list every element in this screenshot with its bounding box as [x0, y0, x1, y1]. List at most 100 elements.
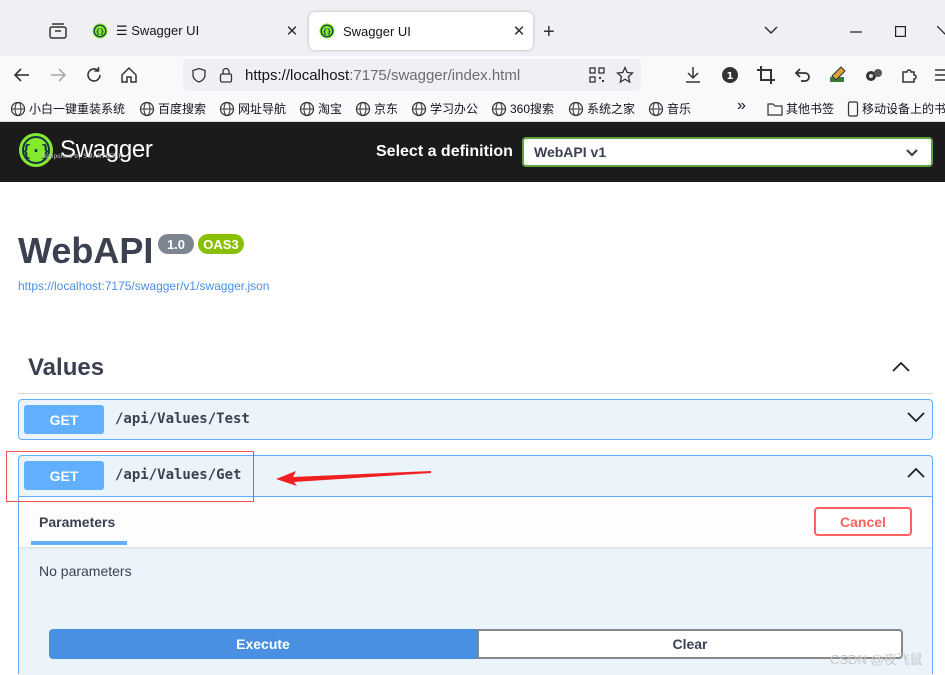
bookmark-label: 百度搜索: [158, 102, 207, 116]
definition-selected-value: WebAPI v1: [534, 144, 607, 160]
swagger-logo-icon: {·}: [19, 133, 53, 167]
bookmark-item[interactable]: 系统之家: [568, 100, 635, 117]
globe-icon: [299, 101, 315, 116]
bookmark-label: 学习办公: [430, 102, 479, 116]
svg-text:1: 1: [727, 71, 734, 82]
definition-select[interactable]: WebAPI v1: [522, 137, 933, 167]
swagger-logo-subtitle: Supported by SMARTBEAR: [42, 154, 124, 160]
lock-icon[interactable]: [219, 67, 233, 83]
globe-icon: [411, 101, 427, 116]
browser-nav-bar: https://localhost:7175/swagger/index.htm…: [0, 56, 945, 94]
tab-inactive[interactable]: {} ☰ Swagger UI ✕: [82, 12, 306, 50]
chevron-up-icon[interactable]: [891, 360, 911, 374]
url-host: https://localhost: [245, 66, 350, 84]
bookmark-label: 其他书签: [786, 102, 835, 116]
crop-icon[interactable]: [755, 64, 777, 86]
bookmark-item[interactable]: 小白一键重装系统: [10, 100, 125, 117]
close-window-icon[interactable]: [937, 26, 945, 37]
api-title: WebAPI: [18, 230, 154, 271]
execute-button[interactable]: Execute: [49, 629, 477, 659]
bookmark-label: 京东: [374, 102, 399, 116]
address-bar[interactable]: https://localhost:7175/swagger/index.htm…: [183, 59, 641, 91]
no-parameters-text: No parameters: [39, 563, 132, 579]
globe-icon: [10, 101, 26, 116]
bookmark-item[interactable]: 网址导航: [219, 100, 286, 117]
tab-close-icon[interactable]: ✕: [505, 22, 533, 40]
bookmark-item[interactable]: 百度搜索: [139, 100, 206, 117]
annotation-arrow-icon: [276, 471, 431, 486]
method-badge: GET: [24, 405, 104, 434]
bookmark-item[interactable]: 音乐: [648, 100, 691, 117]
back-icon[interactable]: [11, 64, 33, 86]
download-icon[interactable]: [682, 64, 704, 86]
star-bookmark-icon[interactable]: [616, 66, 634, 84]
qr-code-icon[interactable]: [589, 67, 605, 83]
bookmarks-bar: 小白一键重装系统 百度搜索 网址导航 淘宝 京东 学习办公 360搜索 系统之家…: [0, 94, 945, 122]
reload-icon[interactable]: [83, 64, 105, 86]
definition-label: Select a definition: [376, 143, 513, 160]
minimize-icon[interactable]: [850, 31, 862, 33]
undo-icon[interactable]: [791, 64, 813, 86]
other-bookmarks-folder[interactable]: 其他书签: [767, 100, 834, 117]
shield-icon[interactable]: [191, 67, 207, 83]
bookmark-item[interactable]: 淘宝: [299, 100, 342, 117]
chevron-down-icon: [906, 149, 918, 157]
new-tab-button[interactable]: +: [543, 21, 555, 44]
parameters-header: Parameters Cancel: [19, 497, 932, 547]
maximize-icon[interactable]: [895, 26, 906, 37]
globe-icon: [491, 101, 507, 116]
tab-title: Swagger UI: [343, 23, 411, 39]
spec-url-link[interactable]: https://localhost:7175/swagger/v1/swagge…: [18, 279, 269, 293]
gear-extension-icon[interactable]: [863, 64, 885, 86]
bookmarks-overflow-button[interactable]: »: [737, 97, 746, 115]
bookmark-label: 360搜索: [510, 102, 555, 116]
version-badge: 1.0: [158, 234, 194, 254]
tab-parameters[interactable]: Parameters: [31, 497, 127, 545]
cancel-button[interactable]: Cancel: [814, 507, 912, 536]
bookmark-item[interactable]: 学习办公: [411, 100, 478, 117]
bookmark-label: 淘宝: [318, 102, 343, 116]
home-icon[interactable]: [118, 64, 140, 86]
pen-extension-icon[interactable]: [827, 64, 849, 86]
globe-icon: [219, 101, 235, 116]
tag-header-values[interactable]: Values: [18, 350, 933, 394]
operation-body: Parameters Cancel No parameters Execute …: [19, 496, 932, 675]
chevron-up-icon[interactable]: [906, 466, 926, 480]
bookmark-item[interactable]: 京东: [355, 100, 398, 117]
globe-icon: [355, 101, 371, 116]
menu-icon[interactable]: [933, 64, 945, 86]
bookmark-label: 音乐: [667, 102, 692, 116]
extension-badge-icon[interactable]: 1: [719, 64, 741, 86]
extensions-puzzle-icon[interactable]: [899, 64, 921, 86]
browser-tab-bar: {} ☰ Swagger UI ✕ {} Swagger UI ✕ +: [0, 0, 945, 56]
bookmark-label: 移动设备上的书: [862, 102, 945, 116]
swagger-favicon-icon: {}: [92, 23, 108, 39]
bookmark-label: 系统之家: [587, 102, 636, 116]
swagger-favicon-icon: {}: [319, 23, 335, 39]
svg-text:{}: {}: [96, 28, 104, 36]
tab-title: ☰ Swagger UI: [116, 23, 200, 38]
annotation-highlight-box: [6, 451, 254, 502]
svg-text:{}: {}: [323, 28, 331, 36]
oas-badge: OAS3: [198, 234, 244, 254]
tab-active[interactable]: {} Swagger UI ✕: [309, 12, 533, 50]
bookmark-label: 网址导航: [238, 102, 287, 116]
globe-icon: [648, 101, 664, 116]
chevron-down-icon[interactable]: [906, 410, 926, 424]
forward-icon[interactable]: [47, 64, 69, 86]
globe-icon: [139, 101, 155, 116]
mobile-device-icon: [847, 100, 859, 117]
tab-list-chevron-icon[interactable]: [764, 25, 778, 35]
bookmark-item[interactable]: 360搜索: [491, 100, 554, 117]
operation-path: /api/Values/Test: [115, 411, 250, 427]
swagger-logo[interactable]: {·} Swagger: [18, 132, 153, 168]
operation-get-test[interactable]: GET /api/Values/Test: [18, 399, 933, 440]
tab-tray-icon[interactable]: [48, 22, 68, 40]
url-text[interactable]: https://localhost:7175/swagger/index.htm…: [245, 67, 520, 84]
globe-icon: [568, 101, 584, 116]
bookmark-label: 小白一键重装系统: [29, 102, 126, 116]
tab-close-icon[interactable]: ✕: [278, 22, 306, 40]
url-path: :7175/swagger/index.html: [349, 66, 521, 84]
mobile-bookmarks-folder[interactable]: 移动设备上的书: [847, 100, 945, 117]
swagger-topbar: {·} Swagger Supported by SMARTBEAR Selec…: [0, 122, 945, 182]
